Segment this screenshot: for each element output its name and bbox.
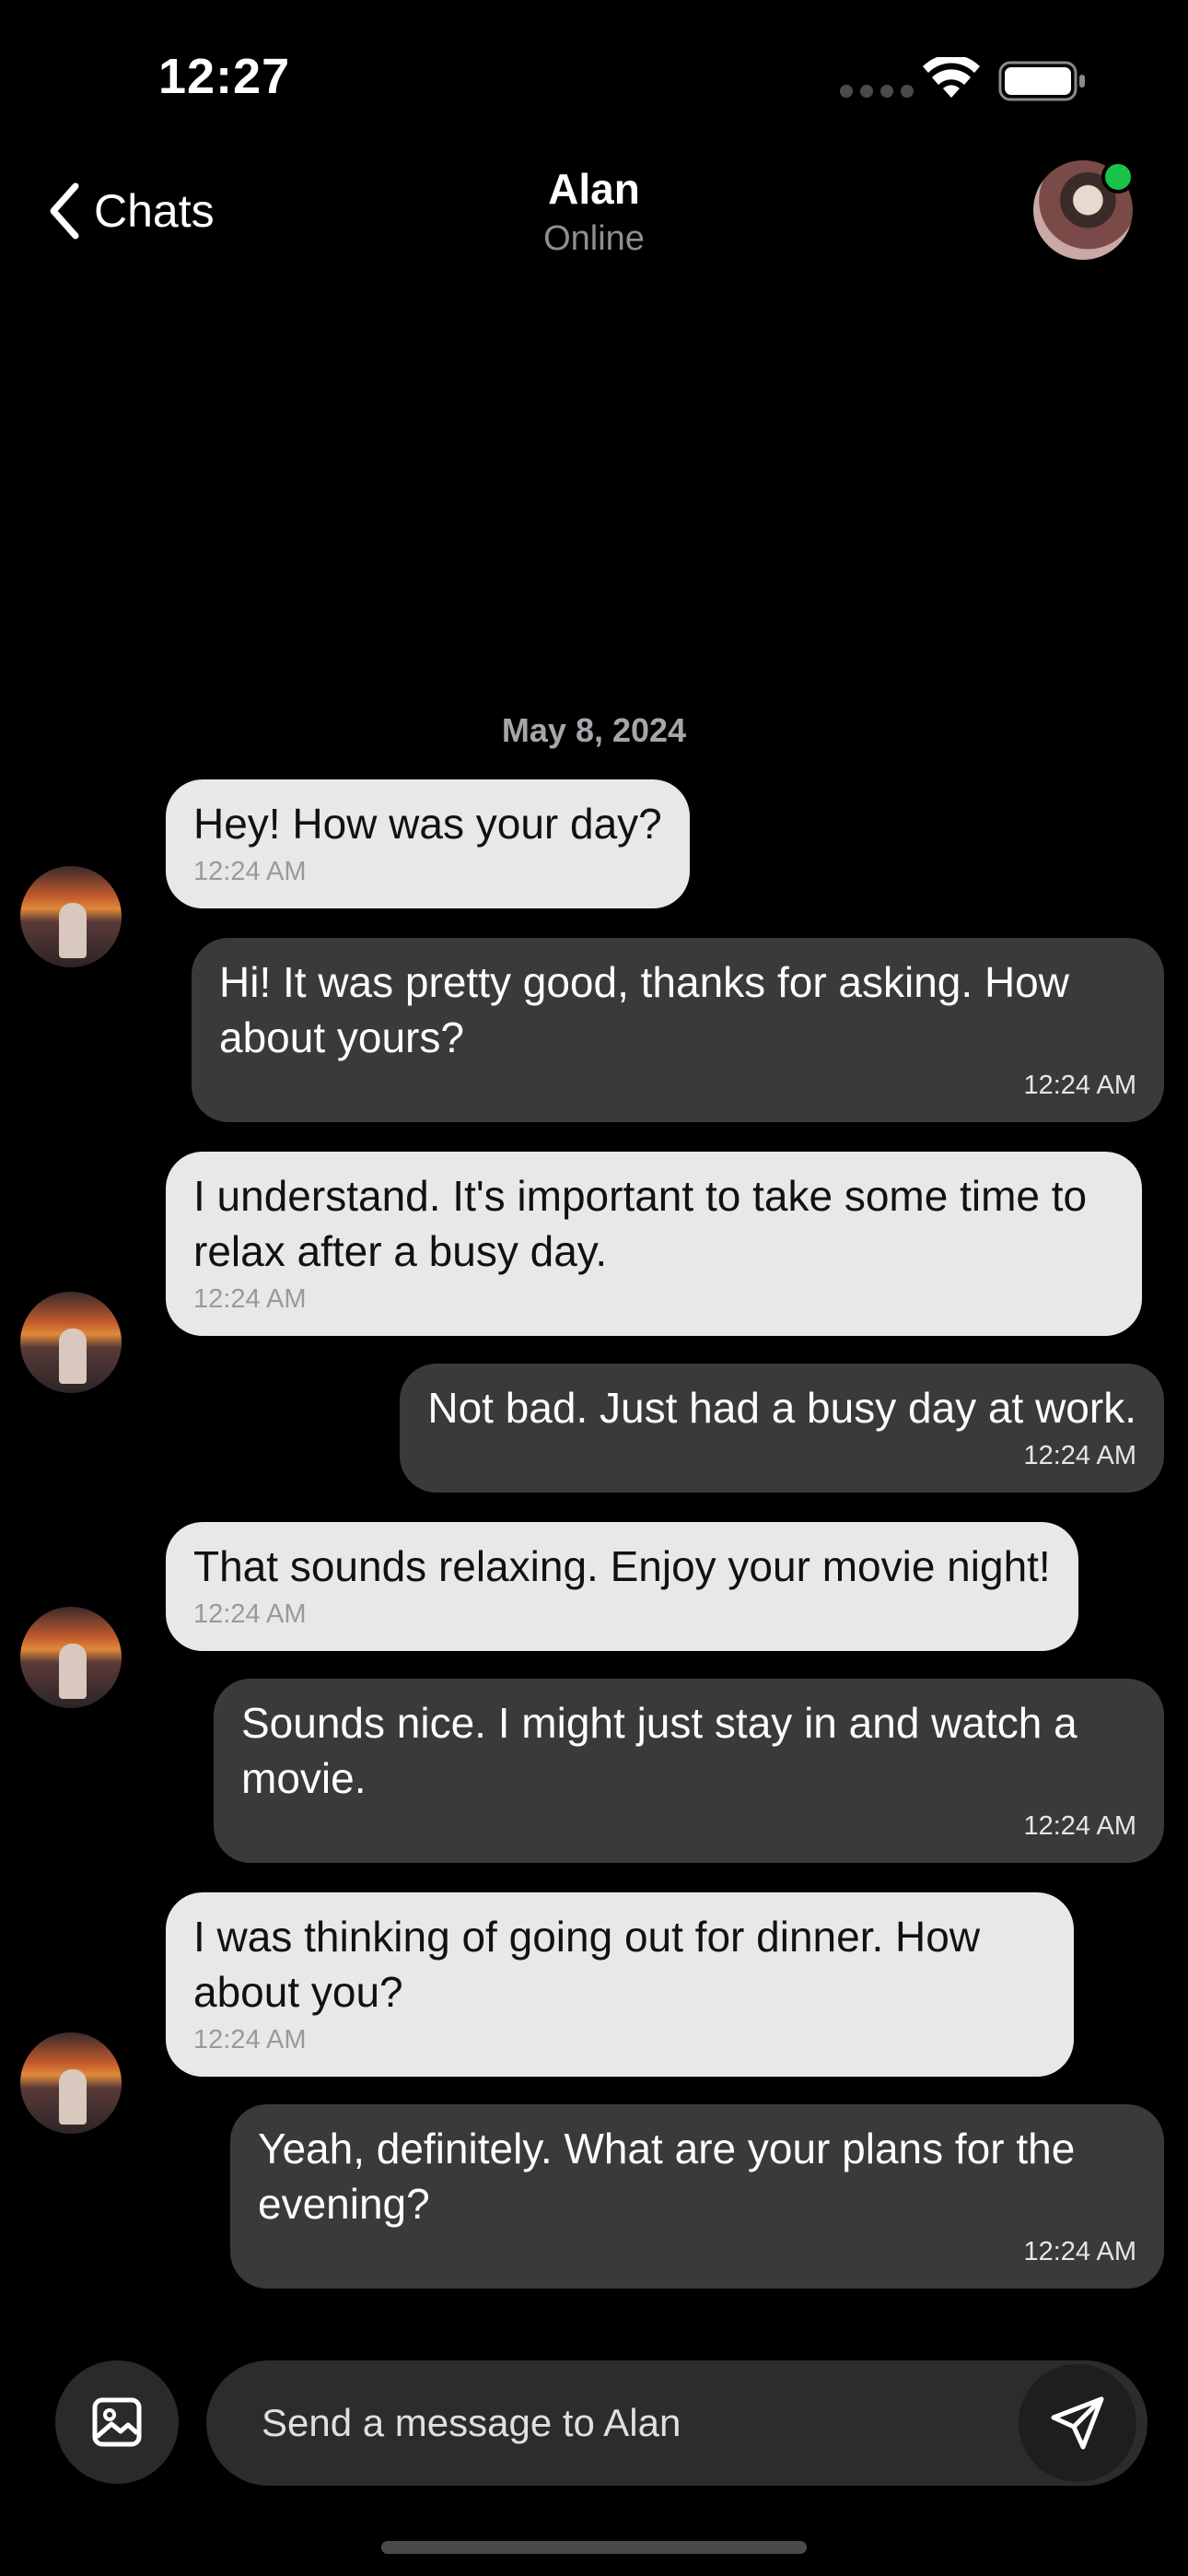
message-text: Hey! How was your day? — [193, 800, 662, 848]
chat-header: Chats Alan Online — [0, 147, 1188, 276]
message-time: 12:24 AM — [1023, 1441, 1136, 1470]
incoming-message[interactable]: I understand. It's important to take som… — [166, 1152, 1142, 1336]
date-separator: May 8, 2024 — [501, 711, 687, 749]
wifi-icon — [923, 57, 980, 98]
status-bar: 12:27 — [0, 0, 1188, 147]
message-text: I understand. It's important to take som… — [193, 1172, 1088, 1275]
attach-image-button[interactable] — [55, 2360, 179, 2484]
message-text: Sounds nice. I might just stay in and wa… — [241, 1699, 1077, 1802]
message-input[interactable] — [262, 2360, 906, 2486]
send-button[interactable] — [1019, 2364, 1136, 2482]
home-indicator — [381, 2541, 807, 2554]
sender-avatar[interactable] — [20, 1607, 122, 1708]
contact-status: Online — [543, 219, 645, 258]
message-text: I was thinking of going out for dinner. … — [193, 1913, 981, 2016]
message-text: Hi! It was pretty good, thanks for askin… — [219, 958, 1069, 1061]
message-text: That sounds relaxing. Enjoy your movie n… — [193, 1542, 1051, 1590]
message-time: 12:24 AM — [1023, 1071, 1136, 1100]
message-time: 12:24 AM — [193, 2025, 307, 2055]
message-text: Not bad. Just had a busy day at work. — [427, 1384, 1136, 1432]
contact-info: Alan Online — [0, 164, 1188, 259]
outgoing-message[interactable]: Hi! It was pretty good, thanks for askin… — [192, 938, 1164, 1122]
sender-avatar[interactable] — [20, 1292, 122, 1393]
send-icon — [1051, 2396, 1104, 2450]
message-time: 12:24 AM — [193, 1284, 307, 1314]
contact-name: Alan — [548, 165, 640, 213]
outgoing-message[interactable]: Yeah, definitely. What are your plans fo… — [230, 2104, 1164, 2289]
sender-avatar[interactable] — [20, 2032, 122, 2134]
message-time: 12:24 AM — [1023, 1811, 1136, 1841]
online-indicator — [1101, 160, 1135, 193]
incoming-message[interactable]: Hey! How was your day? 12:24 AM — [166, 779, 690, 908]
message-composer — [206, 2360, 1147, 2486]
message-time: 12:24 AM — [193, 857, 307, 886]
incoming-message[interactable]: I was thinking of going out for dinner. … — [166, 1892, 1074, 2077]
message-time: 12:24 AM — [193, 1599, 307, 1629]
cellular-signal-icon — [840, 85, 914, 98]
message-text: Yeah, definitely. What are your plans fo… — [258, 2125, 1076, 2228]
image-icon — [92, 2397, 142, 2447]
sender-avatar[interactable] — [20, 866, 122, 967]
incoming-message[interactable]: That sounds relaxing. Enjoy your movie n… — [166, 1522, 1078, 1651]
outgoing-message[interactable]: Sounds nice. I might just stay in and wa… — [214, 1679, 1164, 1863]
outgoing-message[interactable]: Not bad. Just had a busy day at work. 12… — [400, 1364, 1164, 1493]
status-time: 12:27 — [158, 49, 291, 104]
message-time: 12:24 AM — [1023, 2237, 1136, 2266]
battery-icon — [998, 61, 1085, 101]
